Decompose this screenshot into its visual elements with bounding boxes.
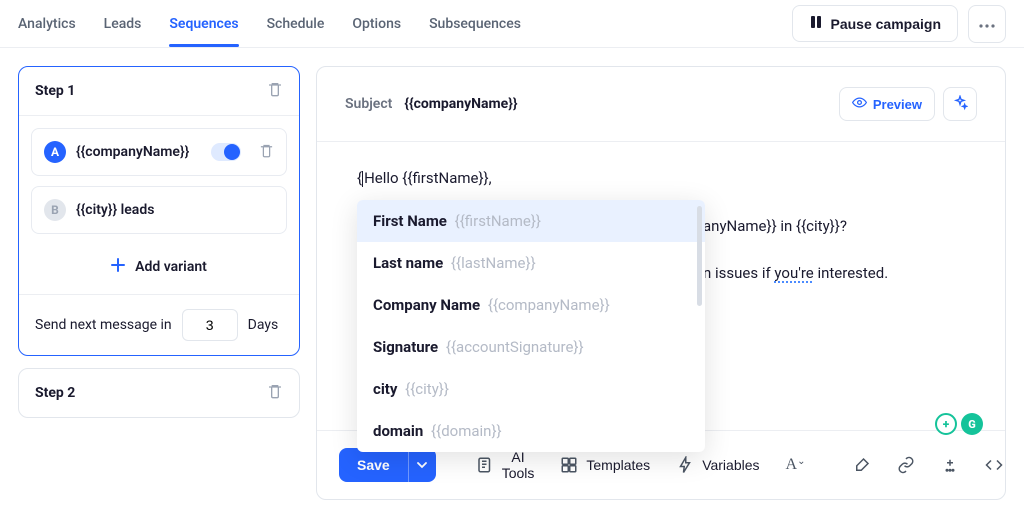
variant-a-toggle[interactable] [211,143,241,161]
subject-row: Subject {{companyName}} Preview [317,67,1005,142]
ellipsis-icon [979,16,995,31]
tab-leads[interactable]: Leads [104,2,142,46]
ai-tools-icon [476,456,494,474]
plus-dots-icon [941,456,959,474]
pause-icon [809,15,823,32]
step-2-card[interactable]: Step 2 [18,368,300,418]
dd-token: {{companyName}} [488,296,610,314]
font-size-icon: A⌄ [786,456,806,474]
templates-icon [560,456,578,474]
eye-icon [852,95,867,113]
tab-sequences[interactable]: Sequences [169,2,238,46]
variant-b-badge: B [44,199,66,221]
code-view-button[interactable] [977,450,1011,480]
variables-icon [676,456,694,474]
delete-step-2-button[interactable] [267,383,283,403]
insert-link-button[interactable] [889,450,923,480]
dropdown-item-companyname[interactable]: Company Name {{companyName}} [357,284,705,326]
preview-label: Preview [873,97,922,112]
email-body[interactable]: {Hello {{firstName}}, anyName}} in {{cit… [317,142,1005,430]
delete-step-1-button[interactable] [267,81,283,101]
dd-token: {{accountSignature}} [446,338,584,356]
save-dropdown-button[interactable] [408,448,436,482]
dd-label: Last name [373,254,443,272]
save-button[interactable]: Save [339,448,408,482]
dd-label: domain [373,422,423,440]
dd-label: Company Name [373,296,480,314]
more-menu-button[interactable] [968,5,1006,43]
text-cursor [362,171,363,187]
tab-options[interactable]: Options [352,2,401,46]
steps-sidebar: Step 1 A {{companyName}} B {{city}} lead… [18,66,300,500]
pause-label: Pause campaign [831,16,942,32]
delete-variant-a-button[interactable] [259,143,274,162]
dd-label: city [373,380,397,398]
body-line-3a: n issues if [703,264,774,282]
subject-value[interactable]: {{companyName}} [404,96,517,112]
dropdown-item-city[interactable]: city {{city}} [357,368,705,410]
send-next-row: Send next message in Days [19,294,299,355]
top-nav: Analytics Leads Sequences Schedule Optio… [0,0,1024,48]
tab-analytics[interactable]: Analytics [18,2,76,46]
body-line-1-text: Hello {{firstName}}, [364,169,492,187]
send-next-suffix: Days [248,317,279,333]
dd-token: {{lastName}} [451,254,536,272]
plus-icon [111,258,125,276]
step-1-card[interactable]: Step 1 A {{companyName}} B {{city}} lead… [18,66,300,356]
variables-label: Variables [702,457,759,473]
templates-label: Templates [586,457,650,473]
send-next-days-input[interactable] [182,309,238,341]
dd-token: {{domain}} [431,422,502,440]
pause-campaign-button[interactable]: Pause campaign [792,5,959,42]
grammarly-icon: G [961,413,983,435]
tab-schedule[interactable]: Schedule [267,2,325,46]
grammarly-widget[interactable]: + G [935,413,983,435]
grammarly-add-icon: + [935,413,957,435]
dd-token: {{firstName}} [455,212,541,230]
variant-b-title: {{city}} leads [76,202,154,218]
font-size-button[interactable]: A⌄ [778,450,814,480]
dd-token: {{city}} [405,380,449,398]
preview-button[interactable]: Preview [839,87,935,121]
add-variant-button[interactable]: Add variant [31,244,287,282]
dd-label: Signature [373,338,438,356]
step-1-title: Step 1 [35,83,75,99]
chevron-down-icon [417,458,427,473]
variant-a-badge: A [44,141,66,163]
variable-dropdown: First Name {{firstName}} Last name {{las… [357,200,705,452]
ai-tools-label: AI Tools [502,449,535,481]
dropdown-item-firstname[interactable]: First Name {{firstName}} [357,200,705,242]
nav-tabs: Analytics Leads Sequences Schedule Optio… [18,2,521,46]
add-variant-label: Add variant [135,259,207,275]
body-line-3b: interested. [814,264,888,282]
dropdown-item-signature[interactable]: Signature {{accountSignature}} [357,326,705,368]
tab-subsequences[interactable]: Subsequences [429,2,521,46]
subject-label: Subject [345,96,392,112]
step-2-title: Step 2 [35,385,75,401]
send-next-prefix: Send next message in [35,317,172,333]
templates-button[interactable]: Templates [552,450,658,480]
dropdown-item-domain[interactable]: domain {{domain}} [357,410,705,452]
variant-b[interactable]: B {{city}} leads [31,186,287,234]
grammarly-underline[interactable]: you're [774,264,813,282]
clear-format-button[interactable] [845,450,879,480]
variant-a[interactable]: A {{companyName}} [31,128,287,176]
dropdown-item-lastname[interactable]: Last name {{lastName}} [357,242,705,284]
dropdown-scrollbar[interactable] [697,206,702,306]
link-icon [897,456,915,474]
ai-sparkle-button[interactable] [943,87,977,121]
dd-label: First Name [373,212,447,230]
sparkle-icon [952,95,968,114]
variables-button[interactable]: Variables [668,450,767,480]
code-icon [985,456,1003,474]
variant-a-title: {{companyName}} [76,144,189,160]
email-editor: Subject {{companyName}} Preview [316,66,1006,500]
brush-icon [853,456,871,474]
body-line-1: {Hello {{firstName}}, [357,166,977,192]
insert-button[interactable] [933,450,967,480]
